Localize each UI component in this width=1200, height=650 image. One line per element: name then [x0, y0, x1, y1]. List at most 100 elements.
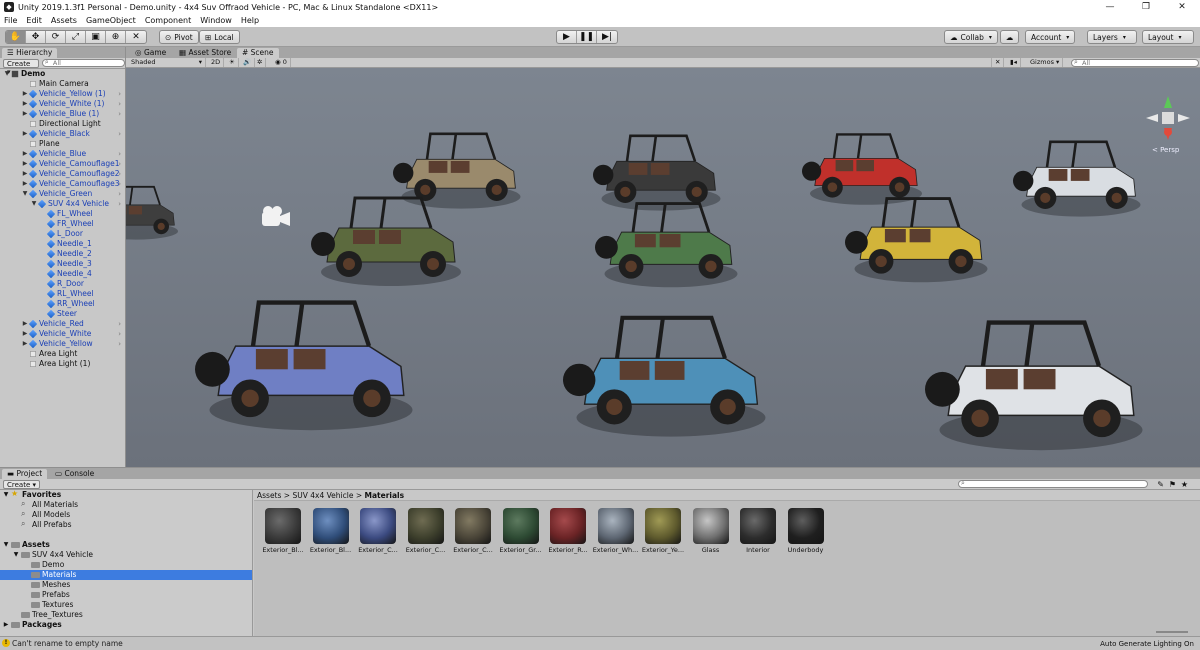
- open-prefab-icon[interactable]: ›: [118, 169, 121, 179]
- menu-gameobject[interactable]: GameObject: [86, 16, 136, 25]
- hierarchy-item[interactable]: ▶ Vehicle_Camouflage2 ›: [0, 169, 125, 179]
- effects-toggle-icon[interactable]: ✲: [254, 58, 267, 67]
- cloud-button[interactable]: ☁: [1000, 30, 1019, 44]
- material-asset[interactable]: Exterior_Bl...: [308, 508, 354, 554]
- hierarchy-item[interactable]: Area Light (1): [0, 359, 125, 369]
- project-tree-item[interactable]: ⌕ All Prefabs: [0, 519, 252, 530]
- lighting-toggle-icon[interactable]: ☀: [226, 58, 239, 67]
- perspective-label[interactable]: < Persp: [1152, 146, 1180, 154]
- hierarchy-item[interactable]: Area Light: [0, 349, 125, 359]
- hierarchy-item[interactable]: L_Door: [0, 229, 125, 239]
- material-asset[interactable]: Exterior_C...: [355, 508, 401, 554]
- open-prefab-icon[interactable]: ›: [118, 129, 121, 139]
- material-asset[interactable]: Exterior_C...: [403, 508, 449, 554]
- scale-tool-icon[interactable]: ⤢: [66, 31, 86, 43]
- open-prefab-icon[interactable]: ›: [118, 99, 121, 109]
- project-tree-item[interactable]: ▼ ★ Favorites: [0, 489, 252, 500]
- open-prefab-icon[interactable]: ›: [118, 109, 121, 119]
- material-asset[interactable]: Glass: [688, 508, 734, 554]
- project-tree-item[interactable]: Prefabs: [0, 590, 252, 600]
- tab-hierarchy[interactable]: ☰ Hierarchy: [2, 48, 58, 58]
- hierarchy-item[interactable]: Steer: [0, 309, 125, 319]
- hierarchy-create-button[interactable]: Create ▾: [3, 58, 39, 76]
- move-tool-icon[interactable]: ✥: [26, 31, 46, 43]
- scene-root[interactable]: ▼ Demo: [0, 69, 125, 79]
- tab-scene[interactable]: # Scene: [237, 48, 279, 58]
- gizmos-dropdown[interactable]: Gizmos ▾: [1027, 58, 1064, 67]
- project-tree-item[interactable]: ▶ Packages: [0, 620, 252, 630]
- scene-search-input[interactable]: All: [1071, 59, 1199, 67]
- project-tree-item[interactable]: ▼ SUV 4x4 Vehicle: [0, 550, 252, 560]
- expand-arrow-icon[interactable]: ▶: [2, 620, 10, 630]
- project-tree-item[interactable]: Tree_Textures: [0, 610, 252, 620]
- material-asset[interactable]: Underbody: [783, 508, 829, 554]
- scene-viewport[interactable]: < Persp: [126, 68, 1200, 467]
- material-asset[interactable]: Exterior_Ye...: [640, 508, 686, 554]
- expand-arrow-icon[interactable]: ▼: [2, 490, 10, 500]
- rect-tool-icon[interactable]: ▣: [86, 31, 106, 43]
- menu-help[interactable]: Help: [241, 16, 259, 25]
- hierarchy-item[interactable]: ▶ Vehicle_Yellow ›: [0, 339, 125, 349]
- layers-dropdown[interactable]: Layers ▾: [1087, 30, 1137, 44]
- local-toggle[interactable]: ⊞ Local: [199, 30, 240, 44]
- hierarchy-item[interactable]: Needle_1: [0, 239, 125, 249]
- hierarchy-item[interactable]: ▶ Vehicle_Blue (1) ›: [0, 109, 125, 119]
- material-asset[interactable]: Interior: [735, 508, 781, 554]
- open-prefab-icon[interactable]: ›: [118, 329, 121, 339]
- hierarchy-item[interactable]: ▶ Vehicle_Blue ›: [0, 149, 125, 159]
- hierarchy-item[interactable]: Main Camera: [0, 79, 125, 89]
- hand-tool-icon[interactable]: ✋: [6, 31, 26, 43]
- zoom-slider[interactable]: [1156, 631, 1188, 633]
- hierarchy-item[interactable]: ▼ Vehicle_Green ›: [0, 189, 125, 199]
- account-dropdown[interactable]: Account ▾: [1025, 30, 1075, 44]
- hierarchy-item[interactable]: R_Door: [0, 279, 125, 289]
- hierarchy-item[interactable]: ▶ Vehicle_Red ›: [0, 319, 125, 329]
- menu-component[interactable]: Component: [145, 16, 191, 25]
- hierarchy-item[interactable]: ▶ Vehicle_Black ›: [0, 129, 125, 139]
- material-asset[interactable]: Exterior_C...: [450, 508, 496, 554]
- menu-edit[interactable]: Edit: [26, 16, 42, 25]
- menu-window[interactable]: Window: [200, 16, 232, 25]
- hierarchy-item[interactable]: RL_Wheel: [0, 289, 125, 299]
- open-prefab-icon[interactable]: ›: [118, 199, 121, 209]
- breadcrumb-assets[interactable]: Assets: [257, 491, 281, 500]
- project-tree-item[interactable]: Materials: [0, 570, 252, 580]
- material-asset[interactable]: Exterior_R...: [545, 508, 591, 554]
- tab-game[interactable]: ◎ Game: [130, 48, 171, 58]
- custom-tool-icon[interactable]: ✕: [126, 31, 146, 43]
- tab-project[interactable]: ▬ Project: [2, 469, 48, 479]
- open-prefab-icon[interactable]: ›: [118, 89, 121, 99]
- maximize-button[interactable]: ❐: [1128, 0, 1164, 14]
- hierarchy-item[interactable]: FL_Wheel: [0, 209, 125, 219]
- pivot-toggle[interactable]: ⊙ Pivot: [159, 30, 199, 44]
- breadcrumb-materials[interactable]: Materials: [365, 491, 405, 500]
- minimize-button[interactable]: —: [1092, 0, 1128, 14]
- hierarchy-item[interactable]: Directional Light: [0, 119, 125, 129]
- open-prefab-icon[interactable]: ›: [118, 179, 121, 189]
- 2d-toggle[interactable]: 2D: [208, 58, 225, 67]
- hierarchy-item[interactable]: Plane: [0, 139, 125, 149]
- hidden-objects-toggle[interactable]: ◉ 0: [272, 58, 291, 67]
- hierarchy-item[interactable]: Needle_3: [0, 259, 125, 269]
- expand-arrow-icon[interactable]: ▼: [3, 69, 11, 79]
- play-icon[interactable]: ▶: [557, 31, 577, 43]
- open-prefab-icon[interactable]: ›: [118, 149, 121, 159]
- material-asset[interactable]: Exterior_Wh...: [593, 508, 639, 554]
- hierarchy-item[interactable]: ▶ Vehicle_Yellow (1) ›: [0, 89, 125, 99]
- status-message[interactable]: Can't rename to empty name: [0, 639, 123, 648]
- project-tree-item[interactable]: ⌕ All Materials: [0, 499, 252, 510]
- open-prefab-icon[interactable]: ›: [118, 319, 121, 329]
- project-create-button[interactable]: Create ▾: [3, 479, 41, 489]
- project-tree-item[interactable]: ▼ Assets: [0, 540, 252, 550]
- menu-file[interactable]: File: [4, 16, 17, 25]
- hierarchy-item[interactable]: ▶ Vehicle_Camouflage3 ›: [0, 179, 125, 189]
- breadcrumb-suv[interactable]: SUV 4x4 Vehicle: [292, 491, 353, 500]
- hierarchy-search-input[interactable]: All: [41, 59, 125, 67]
- hierarchy-item[interactable]: Needle_2: [0, 249, 125, 259]
- open-prefab-icon[interactable]: ›: [118, 159, 121, 169]
- hierarchy-item[interactable]: ▶ Vehicle_White (1) ›: [0, 99, 125, 109]
- pause-icon[interactable]: ❚❚: [577, 31, 597, 43]
- search-by-type-icon[interactable]: ✎: [1157, 480, 1164, 489]
- open-prefab-icon[interactable]: ›: [118, 189, 121, 199]
- search-by-label-icon[interactable]: ⚑: [1169, 480, 1176, 489]
